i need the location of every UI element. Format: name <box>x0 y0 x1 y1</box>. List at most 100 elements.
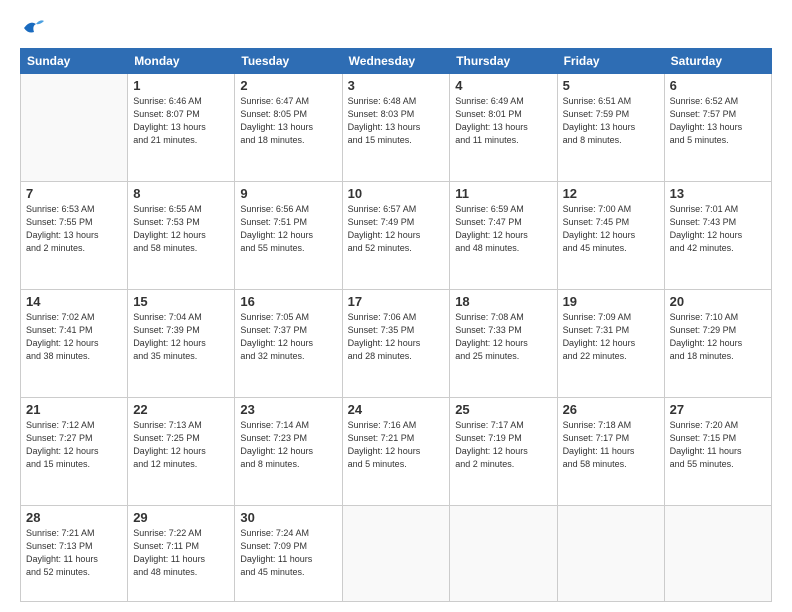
day-cell: 24 Sunrise: 7:16 AM Sunset: 7:21 PM Dayli… <box>342 398 450 506</box>
day-cell: 21 Sunrise: 7:12 AM Sunset: 7:27 PM Dayli… <box>21 398 128 506</box>
day-number: 4 <box>455 78 551 93</box>
day-number: 28 <box>26 510 122 525</box>
day-number: 14 <box>26 294 122 309</box>
day-number: 23 <box>240 402 336 417</box>
day-info: Sunrise: 7:24 AM Sunset: 7:09 PM Dayligh… <box>240 527 336 579</box>
day-cell: 12 Sunrise: 7:00 AM Sunset: 7:45 PM Dayli… <box>557 182 664 290</box>
week-row-3: 14 Sunrise: 7:02 AM Sunset: 7:41 PM Dayli… <box>21 290 772 398</box>
day-number: 1 <box>133 78 229 93</box>
day-cell <box>557 506 664 602</box>
day-cell: 17 Sunrise: 7:06 AM Sunset: 7:35 PM Dayli… <box>342 290 450 398</box>
day-info: Sunrise: 6:46 AM Sunset: 8:07 PM Dayligh… <box>133 95 229 147</box>
weekday-header-saturday: Saturday <box>664 49 771 74</box>
day-info: Sunrise: 7:10 AM Sunset: 7:29 PM Dayligh… <box>670 311 766 363</box>
day-info: Sunrise: 7:08 AM Sunset: 7:33 PM Dayligh… <box>455 311 551 363</box>
logo-bird-icon <box>22 18 44 38</box>
day-info: Sunrise: 7:17 AM Sunset: 7:19 PM Dayligh… <box>455 419 551 471</box>
day-info: Sunrise: 6:59 AM Sunset: 7:47 PM Dayligh… <box>455 203 551 255</box>
day-info: Sunrise: 7:22 AM Sunset: 7:11 PM Dayligh… <box>133 527 229 579</box>
day-number: 7 <box>26 186 122 201</box>
day-info: Sunrise: 7:16 AM Sunset: 7:21 PM Dayligh… <box>348 419 445 471</box>
day-number: 9 <box>240 186 336 201</box>
day-number: 8 <box>133 186 229 201</box>
day-cell: 25Sunrise: 7:17 AM Sunset: 7:19 PM Dayli… <box>450 398 557 506</box>
day-info: Sunrise: 7:04 AM Sunset: 7:39 PM Dayligh… <box>133 311 229 363</box>
day-number: 11 <box>455 186 551 201</box>
day-number: 21 <box>26 402 122 417</box>
weekday-header-tuesday: Tuesday <box>235 49 342 74</box>
day-info: Sunrise: 7:12 AM Sunset: 7:27 PM Dayligh… <box>26 419 122 471</box>
weekday-header-thursday: Thursday <box>450 49 557 74</box>
day-info: Sunrise: 7:05 AM Sunset: 7:37 PM Dayligh… <box>240 311 336 363</box>
day-cell: 2Sunrise: 6:47 AM Sunset: 8:05 PM Daylig… <box>235 74 342 182</box>
weekday-header-sunday: Sunday <box>21 49 128 74</box>
day-cell <box>664 506 771 602</box>
day-cell: 7Sunrise: 6:53 AM Sunset: 7:55 PM Daylig… <box>21 182 128 290</box>
day-cell: 22 Sunrise: 7:13 AM Sunset: 7:25 PM Dayli… <box>128 398 235 506</box>
day-cell: 26Sunrise: 7:18 AM Sunset: 7:17 PM Dayli… <box>557 398 664 506</box>
day-cell: 14 Sunrise: 7:02 AM Sunset: 7:41 PM Dayli… <box>21 290 128 398</box>
day-info: Sunrise: 7:09 AM Sunset: 7:31 PM Dayligh… <box>563 311 659 363</box>
week-row-5: 28 Sunrise: 7:21 AM Sunset: 7:13 PM Dayli… <box>21 506 772 602</box>
day-info: Sunrise: 6:55 AM Sunset: 7:53 PM Dayligh… <box>133 203 229 255</box>
week-row-1: 1 Sunrise: 6:46 AM Sunset: 8:07 PM Daylig… <box>21 74 772 182</box>
day-cell: 10Sunrise: 6:57 AM Sunset: 7:49 PM Dayli… <box>342 182 450 290</box>
day-info: Sunrise: 7:00 AM Sunset: 7:45 PM Dayligh… <box>563 203 659 255</box>
day-info: Sunrise: 6:57 AM Sunset: 7:49 PM Dayligh… <box>348 203 445 255</box>
day-info: Sunrise: 7:13 AM Sunset: 7:25 PM Dayligh… <box>133 419 229 471</box>
day-cell: 18 Sunrise: 7:08 AM Sunset: 7:33 PM Dayli… <box>450 290 557 398</box>
weekday-header-wednesday: Wednesday <box>342 49 450 74</box>
day-info: Sunrise: 6:49 AM Sunset: 8:01 PM Dayligh… <box>455 95 551 147</box>
day-cell: 28 Sunrise: 7:21 AM Sunset: 7:13 PM Dayli… <box>21 506 128 602</box>
day-cell <box>21 74 128 182</box>
day-cell: 8 Sunrise: 6:55 AM Sunset: 7:53 PM Daylig… <box>128 182 235 290</box>
day-number: 19 <box>563 294 659 309</box>
day-number: 2 <box>240 78 336 93</box>
day-number: 24 <box>348 402 445 417</box>
day-cell: 23 Sunrise: 7:14 AM Sunset: 7:23 PM Dayli… <box>235 398 342 506</box>
day-number: 16 <box>240 294 336 309</box>
day-cell <box>342 506 450 602</box>
day-number: 18 <box>455 294 551 309</box>
day-cell: 3Sunrise: 6:48 AM Sunset: 8:03 PM Daylig… <box>342 74 450 182</box>
weekday-header-row: SundayMondayTuesdayWednesdayThursdayFrid… <box>21 49 772 74</box>
day-info: Sunrise: 7:21 AM Sunset: 7:13 PM Dayligh… <box>26 527 122 579</box>
day-info: Sunrise: 6:56 AM Sunset: 7:51 PM Dayligh… <box>240 203 336 255</box>
day-cell: 9 Sunrise: 6:56 AM Sunset: 7:51 PM Daylig… <box>235 182 342 290</box>
day-cell: 15 Sunrise: 7:04 AM Sunset: 7:39 PM Dayli… <box>128 290 235 398</box>
day-cell: 13Sunrise: 7:01 AM Sunset: 7:43 PM Dayli… <box>664 182 771 290</box>
day-number: 30 <box>240 510 336 525</box>
header <box>20 18 772 38</box>
day-number: 15 <box>133 294 229 309</box>
day-cell: 29 Sunrise: 7:22 AM Sunset: 7:11 PM Dayli… <box>128 506 235 602</box>
day-number: 3 <box>348 78 445 93</box>
weekday-header-friday: Friday <box>557 49 664 74</box>
day-info: Sunrise: 7:20 AM Sunset: 7:15 PM Dayligh… <box>670 419 766 471</box>
day-cell: 1 Sunrise: 6:46 AM Sunset: 8:07 PM Daylig… <box>128 74 235 182</box>
day-number: 29 <box>133 510 229 525</box>
day-cell: 16 Sunrise: 7:05 AM Sunset: 7:37 PM Dayli… <box>235 290 342 398</box>
day-cell: 5 Sunrise: 6:51 AM Sunset: 7:59 PM Daylig… <box>557 74 664 182</box>
calendar-table: SundayMondayTuesdayWednesdayThursdayFrid… <box>20 48 772 602</box>
day-cell <box>450 506 557 602</box>
day-number: 13 <box>670 186 766 201</box>
day-info: Sunrise: 7:06 AM Sunset: 7:35 PM Dayligh… <box>348 311 445 363</box>
day-number: 12 <box>563 186 659 201</box>
day-number: 22 <box>133 402 229 417</box>
day-info: Sunrise: 6:52 AM Sunset: 7:57 PM Dayligh… <box>670 95 766 147</box>
day-number: 17 <box>348 294 445 309</box>
day-cell: 19 Sunrise: 7:09 AM Sunset: 7:31 PM Dayli… <box>557 290 664 398</box>
day-cell: 11 Sunrise: 6:59 AM Sunset: 7:47 PM Dayli… <box>450 182 557 290</box>
day-number: 5 <box>563 78 659 93</box>
day-info: Sunrise: 6:51 AM Sunset: 7:59 PM Dayligh… <box>563 95 659 147</box>
week-row-2: 7Sunrise: 6:53 AM Sunset: 7:55 PM Daylig… <box>21 182 772 290</box>
calendar-page: SundayMondayTuesdayWednesdayThursdayFrid… <box>0 0 792 612</box>
day-cell: 20Sunrise: 7:10 AM Sunset: 7:29 PM Dayli… <box>664 290 771 398</box>
week-row-4: 21 Sunrise: 7:12 AM Sunset: 7:27 PM Dayli… <box>21 398 772 506</box>
weekday-header-monday: Monday <box>128 49 235 74</box>
day-info: Sunrise: 7:14 AM Sunset: 7:23 PM Dayligh… <box>240 419 336 471</box>
day-cell: 6Sunrise: 6:52 AM Sunset: 7:57 PM Daylig… <box>664 74 771 182</box>
day-info: Sunrise: 7:18 AM Sunset: 7:17 PM Dayligh… <box>563 419 659 471</box>
day-number: 27 <box>670 402 766 417</box>
day-info: Sunrise: 7:02 AM Sunset: 7:41 PM Dayligh… <box>26 311 122 363</box>
